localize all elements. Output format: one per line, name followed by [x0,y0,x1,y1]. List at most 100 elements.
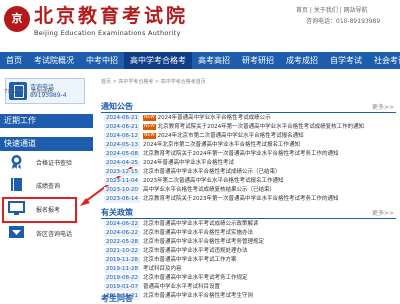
policy-date: 2024-06-22 [104,230,140,237]
notice-row[interactable]: 2024-05-08 北京教育考试院关于2024年第一次普通高中学业水平合格性考试… [101,150,396,159]
notices-title: 通知公告 [101,102,133,111]
notice-title: 北京市普通高中学业水平合格性考试成绩公示（已结束） [143,169,281,175]
recent-work-title: 近期工作 [0,114,93,128]
policy-title: 北京市普通高中学业水平考试工作方案 [143,257,237,263]
policy-row[interactable]: 2019-01-07 普通高中学业水平考试科目设置 [101,283,396,292]
nav-item-shehui[interactable]: 社会考试 [368,52,400,69]
notice-row[interactable]: 2024-06-21 NEW 北京教育考试院关于2024年第一次普通高中学业水平合格… [101,123,396,132]
notice-title: 2024年北京市第二次普通高中学业水平合格性考试报名工作通知 [143,142,300,148]
nav-item-gaokao[interactable]: 高考高招 [192,52,236,69]
notice-title: 北京教育考试院关于2023年第一次普通高中学业水平合格性考试考务工作的通知 [143,196,339,202]
notice-date: 2024-06-21 [104,115,140,122]
policy-date: 2019-01-07 [104,284,140,291]
notice-title: NEW 2024年普通高中学业水平合格性考试成绩公示 [143,115,271,122]
notice-title: 2023年第二次普通高中学业水平合格性考试报名工作通知 [143,178,284,184]
notice-title: 北京教育考试院关于2024年第一次普通高中学业水平合格性考试考务工作的通知 [143,151,339,157]
section-divider [101,218,396,219]
main-content: 首页 > 高中学考合格考 > 高中学考合格考首页 通知公告 更多>> 2024-… [101,74,400,300]
section-divider [101,112,396,113]
notice-date: 2024-05-08 [104,151,140,158]
site-logo-title[interactable]: 北京教育考试院 [34,4,188,28]
utility-links[interactable]: 首页 | 关于我们 | 网站导航 [296,5,368,14]
qa-title: 考生问答 [101,294,133,303]
policy-date: 2019-08-22 [104,275,140,282]
quick-link-label: 各区咨询电话 [36,231,73,238]
policy-date: 2022-05-28 [104,239,140,246]
nav-item-chengkao[interactable]: 成考成招 [280,52,324,69]
policy-row[interactable]: 2019-11-28 考试科目及内容 [101,265,396,274]
notice-date: 2023-12-15 [104,169,140,176]
breadcrumb[interactable]: 首页 > 高中学考合格考 > 高中学考合格考首页 [101,78,206,85]
nav-item-about[interactable]: 考试院概况 [28,52,80,69]
policy-title: 北京市普通高中学业水平考试违规处理办法 [143,248,248,254]
nav-item-home[interactable]: 首页 [0,52,28,69]
header-phone: 咨询电话：010-89193989 [306,18,381,25]
notice-title-text: 2024年北京市第二次普通高中学业水平合格性考试报名通知 [157,133,304,139]
site-logo-subtitle: Beijing Education Examinations Authority [34,29,181,37]
policy-title: 有关政策 [101,208,133,217]
notice-row[interactable]: 2024-04-25 2024年普通高中学业水平合格性考试 [101,159,396,168]
site-header: 京 北京教育考试院 Beijing Education Examinations… [0,0,400,48]
notice-date: 2023-06-14 [104,196,140,203]
notice-date: 2024-05-13 [104,142,140,149]
policy-more-link[interactable]: 更多>> [372,208,394,217]
policy-title: 北京市普通高中学业水平考试考务工作规定 [143,275,248,281]
recent-work-item[interactable]: 7月27日：发布成绩 [4,87,53,95]
notice-title-text: 2024年普通高中学业水平合格性考试成绩公示 [157,115,271,121]
notice-date: 2024-04-25 [104,160,140,167]
policy-title: 北京市普通高中学业水平合格性考试实施办法 [143,230,254,236]
notice-title: NEW 2024年北京市第二次普通高中学业水平合格性考试报名通知 [143,133,304,140]
sidebar: 咨询电话 89193989-4 近期工作 7月27日：发布成绩 快速通道 合格证… [0,74,93,300]
policy-date: 2019-11-28 [104,266,140,273]
notice-title: 高中学业水平合格性考试成绩复核结果公示（已结束） [143,187,276,193]
policy-title: 普通高中学业水平考试科目设置 [143,284,221,290]
notice-row[interactable]: 2023-11-04 2023年第二次普通高中学业水平合格性考试报名工作通知 [101,177,396,186]
quick-link-certificate[interactable]: 合格证书查验 [4,151,86,173]
policy-title: 北京市普通高中学业水平合格性考试考务管理规定 [143,239,265,245]
notice-date: 2023-11-04 [104,178,140,185]
nav-item-zikao[interactable]: 自学考试 [324,52,368,69]
nav-item-zhongkao[interactable]: 中考中招 [80,52,124,69]
policy-date: 2024-06-22 [104,221,140,228]
notice-title: 2024年普通高中学业水平合格性考试 [143,160,234,166]
new-badge: NEW [143,133,156,139]
quick-link-label: 合格证书查验 [36,160,73,167]
notice-row[interactable]: 2024-06-12 NEW 2024年北京市第二次普通高中学业水平合格性考试报名通… [101,132,396,141]
notice-date: 2024-06-21 [104,124,140,131]
policy-row[interactable]: 2024-06-22 北京市普通高中学业水平合格性考试实施办法 [101,229,396,238]
policy-title: 北京市普通高中学业水平合格性考试考生守则 [143,293,254,299]
notice-date: 2024-06-12 [104,133,140,140]
certificate-icon [11,155,22,169]
policy-row[interactable]: 2024-06-22 北京市普通高中学业水平考试成绩公示政策解读 [101,220,396,229]
policy-row[interactable]: 2019-08-22 北京市普通高中学业水平考试考务工作规定 [101,274,396,283]
notice-row[interactable]: 2023-12-15 北京市普通高中学业水平合格性考试成绩公示（已结束） [101,168,396,177]
notice-row[interactable]: 2023-10-20 高中学业水平合格性考试成绩复核结果公示（已结束） [101,186,396,195]
policy-title: 考试科目及内容 [143,266,182,272]
policy-title: 北京市普通高中学业水平考试成绩公示政策解读 [143,221,259,227]
notice-row[interactable]: 2024-05-13 2024年北京市第二次普通高中学业水平合格性考试报名工作通知 [101,141,396,150]
new-badge: NEW [143,124,156,130]
notice-row[interactable]: 2024-06-21 NEW 2024年普通高中学业水平合格性考试成绩公示 [101,114,396,123]
nav-item-xuekao[interactable]: 高中学考合格考 [124,52,192,69]
policy-row[interactable]: 2021-10-22 北京市普通高中学业水平考试违规处理办法 [101,247,396,256]
quick-link-score-query[interactable]: 成绩查询 [4,174,86,196]
notice-title: NEW 北京教育考试院关于2024年第一次普通高中学业水平合格性考试成绩复核工作的… [143,124,364,131]
highlight-box [2,197,77,223]
policy-date: 2019-11-28 [104,257,140,264]
nav-item-yankao[interactable]: 研考研招 [236,52,280,69]
notices-more-link[interactable]: 更多>> [372,102,394,111]
new-badge: NEW [143,115,156,121]
policy-row[interactable]: 2019-11-28 北京市普通高中学业水平考试工作方案 [101,256,396,265]
quick-link-label: 成绩查询 [36,183,61,190]
notice-date: 2023-10-20 [104,187,140,194]
notice-title-text: 北京教育考试院关于2024年第一次普通高中学业水平合格性考试成绩复核工作的通知 [157,124,365,130]
logo-seal-icon[interactable]: 京 [4,6,30,32]
quick-access-title: 快速通道 [0,137,93,151]
main-nav: 首页 考试院概况 中考中招 高中学考合格考 高考高招 研考研招 成考成招 自学考… [0,52,400,69]
quick-link-district-phones[interactable]: 各区咨询电话 [4,222,86,244]
policy-date: 2021-10-22 [104,248,140,255]
dropdown-icon [9,226,24,238]
policy-row[interactable]: 2022-05-28 北京市普通高中学业水平合格性考试考务管理规定 [101,238,396,247]
book-icon [11,178,22,191]
notice-row[interactable]: 2023-06-14 北京教育考试院关于2023年第一次普通高中学业水平合格性考试… [101,195,396,204]
